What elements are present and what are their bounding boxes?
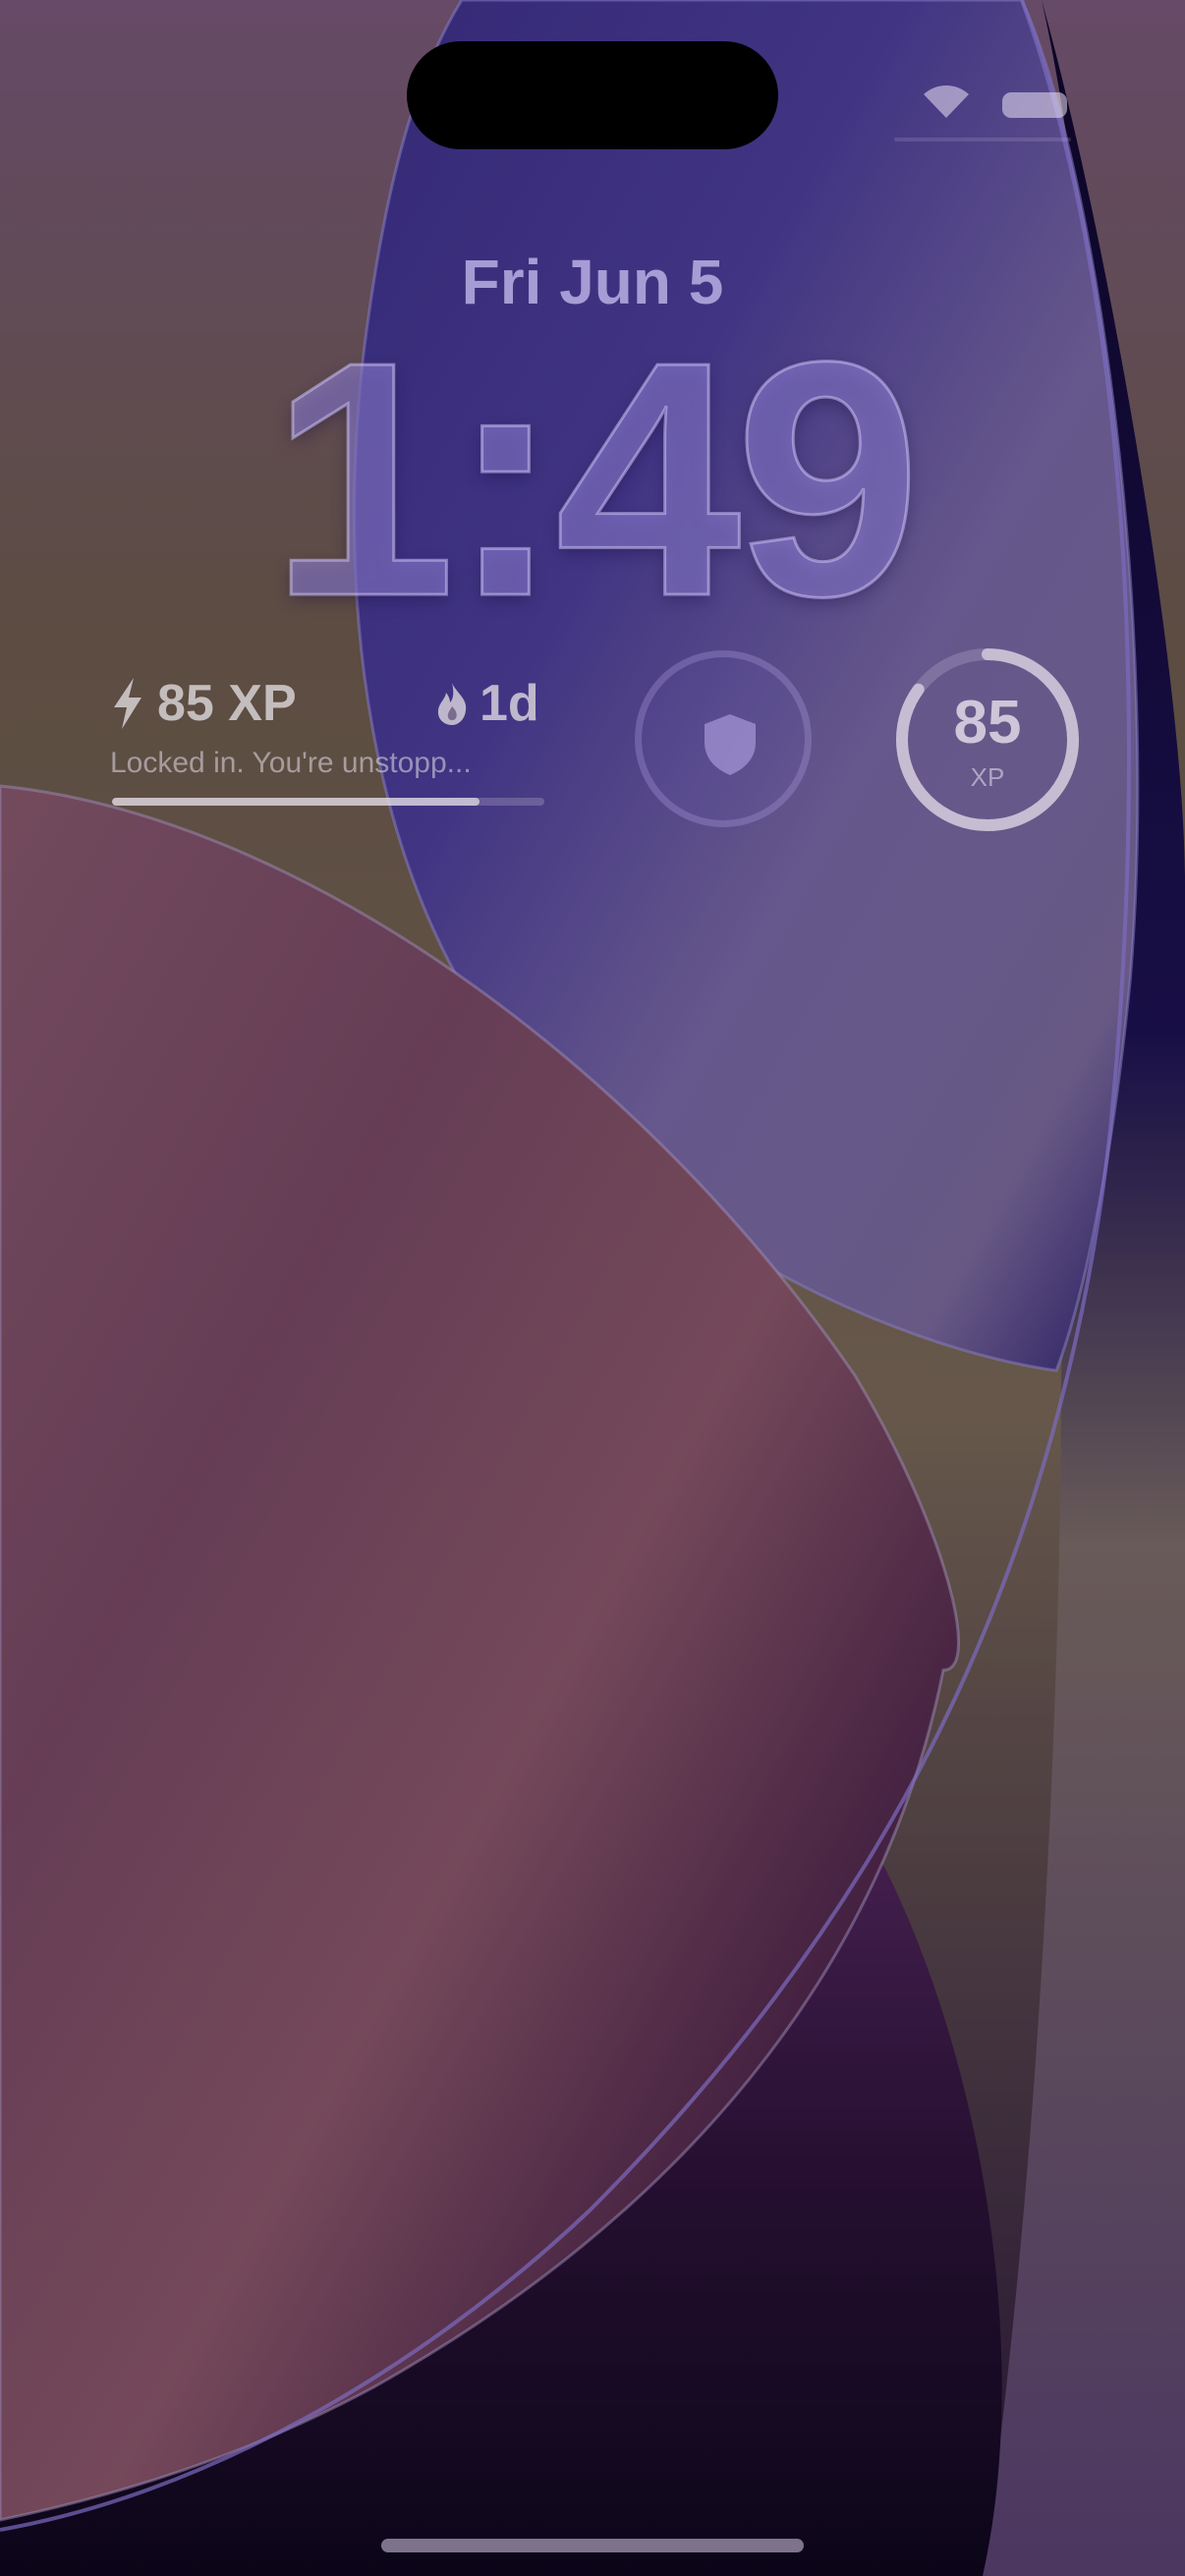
shield-icon	[705, 714, 756, 775]
xp-progress-bar	[112, 798, 544, 806]
streak-row: 1d	[434, 668, 539, 739]
xp-value: 85 XP	[157, 675, 297, 732]
bolt-icon	[114, 678, 141, 729]
status-bar-divider	[894, 138, 1071, 141]
battery-icon	[1002, 92, 1067, 118]
streak-value: 1d	[480, 675, 539, 732]
shield-widget[interactable]	[635, 650, 812, 827]
lock-screen: Fri Jun 5 1:49 85 XP 1d Locked in. You'r…	[0, 0, 1185, 2576]
flame-icon	[437, 683, 467, 725]
ring-value: 85	[953, 689, 1022, 756]
home-indicator[interactable]	[381, 2539, 804, 2552]
dynamic-island	[407, 41, 778, 149]
ring-unit: XP	[970, 762, 1005, 792]
xp-text-widget[interactable]: 85 XP 1d Locked in. You're unstopp...	[110, 668, 547, 815]
xp-ring-widget[interactable]: 85 XP	[894, 646, 1081, 833]
xp-row: 85 XP	[110, 668, 297, 739]
xp-progress-fill	[112, 798, 480, 806]
status-message: Locked in. You're unstopp...	[110, 747, 472, 779]
wifi-icon	[924, 85, 969, 118]
lock-time: 1:49	[268, 293, 923, 666]
